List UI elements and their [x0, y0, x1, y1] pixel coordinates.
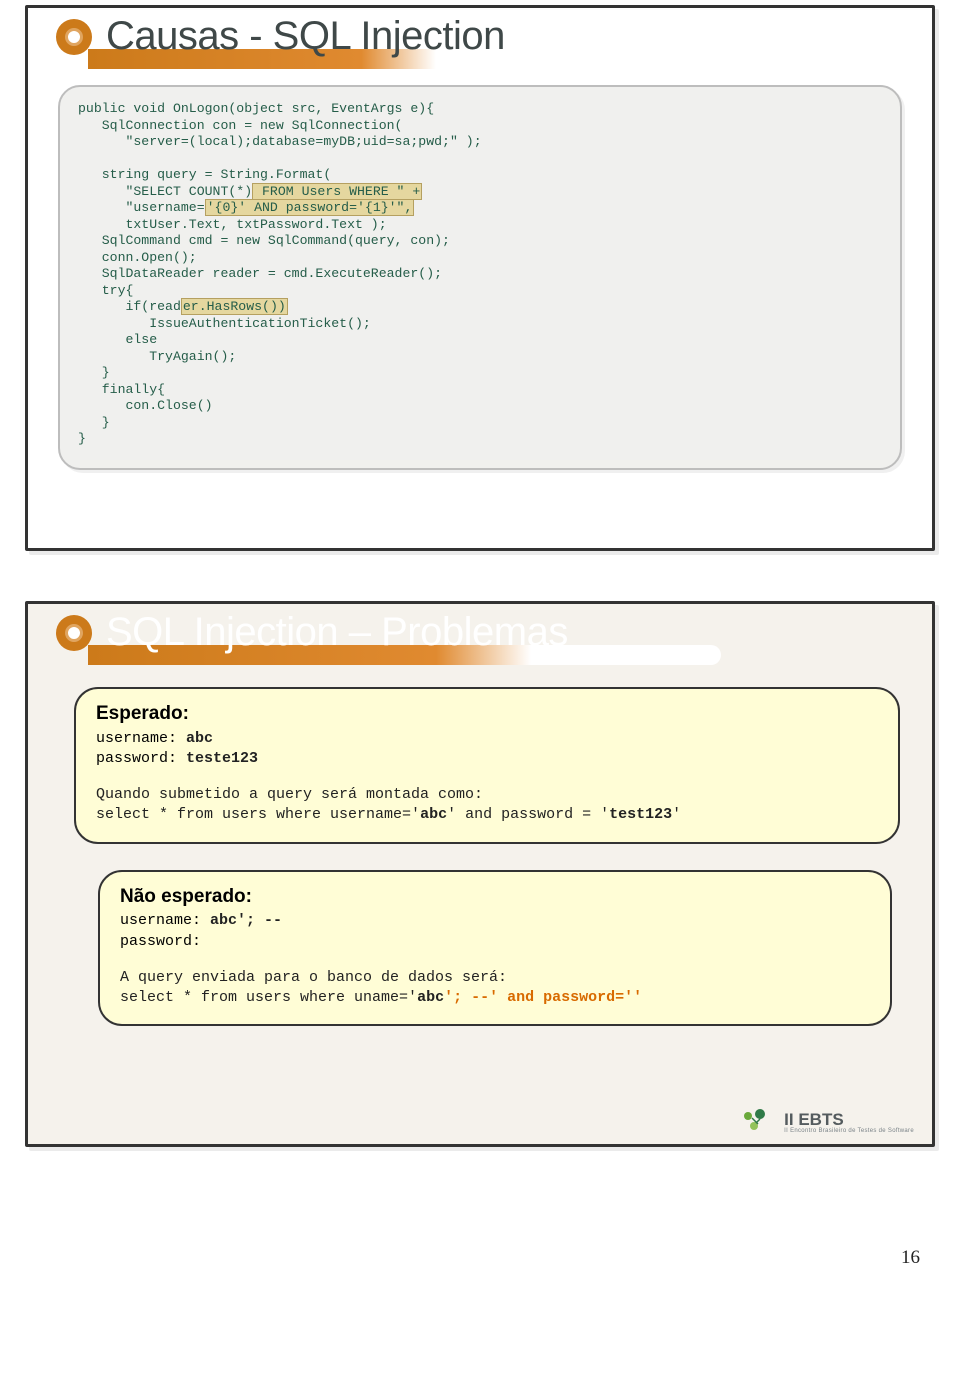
expected-box: Esperado: username: abc password: teste1… — [74, 687, 900, 844]
logo-subtitle: II Encontro Brasileiro de Testes de Soft… — [784, 1128, 914, 1134]
slide-problems: SQL Injection – Problemas Esperado: user… — [25, 601, 935, 1147]
logo-text: II EBTS — [784, 1110, 914, 1130]
expected-heading: Esperado: — [96, 701, 878, 727]
slide-title: Causas - SQL Injection — [106, 14, 505, 59]
bullet-icon — [56, 19, 92, 55]
conference-logo: II EBTS II Encontro Brasileiro de Testes… — [740, 1108, 914, 1136]
code-block: public void OnLogon(object src, EventArg… — [58, 85, 902, 470]
highlight-from-users: FROM Users WHERE " + — [252, 183, 422, 200]
page-number: 16 — [0, 1247, 960, 1279]
expected-note: Quando submetido a query será montada co… — [96, 785, 878, 805]
unexpected-note: A query enviada para o banco de dados se… — [120, 968, 870, 988]
unexpected-password: password: — [120, 932, 870, 952]
title-row: SQL Injection – Problemas — [28, 604, 932, 665]
bullet-icon — [56, 615, 92, 651]
slide-causes: Causas - SQL Injection public void OnLog… — [25, 5, 935, 551]
expected-password: password: teste123 — [96, 749, 878, 769]
highlight-hasrows: er.HasRows()) — [181, 298, 288, 315]
unexpected-heading: Não esperado: — [120, 884, 870, 910]
title-row: Causas - SQL Injection — [28, 8, 932, 69]
unexpected-query: select * from users where uname='abc'; -… — [120, 988, 870, 1008]
slide-title: SQL Injection – Problemas — [106, 610, 568, 655]
highlight-credentials: '{0}' AND password='{1}'", — [205, 199, 415, 216]
expected-username: username: abc — [96, 729, 878, 749]
unexpected-box: Não esperado: username: abc'; -- passwor… — [98, 870, 892, 1027]
unexpected-username: username: abc'; -- — [120, 911, 870, 931]
dots-icon — [740, 1108, 778, 1136]
expected-query: select * from users where username='abc'… — [96, 805, 878, 825]
